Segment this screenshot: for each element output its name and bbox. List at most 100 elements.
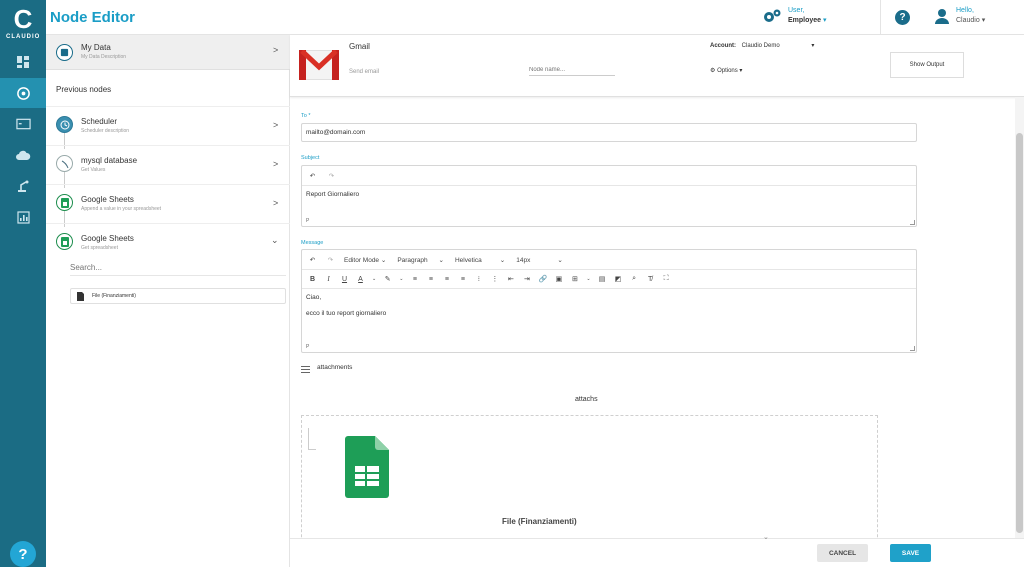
paragraph-select[interactable]: Paragraph ⌄ (397, 256, 444, 264)
chevron-down-icon[interactable]: ⌄ (763, 533, 769, 541)
message-line-1: Ciao, (306, 294, 322, 301)
indent-icon[interactable]: ⇥ (522, 275, 531, 284)
node-description: Append a value in your spreadsheet (81, 206, 162, 212)
message-toolbar-format: B I U A ⌄ ✎ ⌄ ≡ ≡ ≡ ≡ ⁝ ⋮ ⇤ ⇥ 🔗 ▣ ⊞ ⌄ ▤ ◩ ⌕… (302, 272, 671, 286)
google-sheets-icon (56, 233, 73, 250)
fullscreen-icon[interactable]: ⛶ (662, 275, 671, 284)
report-chart-icon[interactable] (0, 202, 46, 232)
redo-icon[interactable]: ↷ (327, 172, 336, 181)
underline-icon[interactable]: U (340, 275, 349, 284)
media-icon[interactable]: ▤ (598, 275, 607, 284)
undo-icon[interactable]: ↶ (308, 256, 317, 265)
chevron-down-icon: ▾ (981, 17, 986, 24)
search-icon[interactable]: ⌕ (630, 275, 639, 284)
user-label: User, (788, 7, 805, 14)
font-select[interactable]: Helvetica ⌄ (455, 256, 505, 264)
font-size-select[interactable]: 14px ⌄ (516, 256, 563, 264)
to-field[interactable]: mailto@domain.com (301, 123, 917, 142)
align-right-icon[interactable]: ≡ (442, 275, 451, 284)
divider (46, 223, 290, 224)
divider (302, 288, 916, 289)
connector-line (64, 172, 65, 188)
align-left-icon[interactable]: ≡ (410, 275, 419, 284)
node-action: Send email (349, 69, 380, 75)
highlight-icon[interactable]: ✎ (383, 275, 392, 284)
subject-editor[interactable]: ↶ ↷ Report Giornaliero P (301, 165, 917, 227)
chevron-down-icon: ▾ (823, 17, 827, 24)
message-label: Message (301, 240, 324, 246)
attached-file-name[interactable]: File (Finanziamenti) (502, 517, 577, 526)
scrollbar-thumb[interactable] (1016, 133, 1023, 533)
action-footer: ⌄ CANCEL SAVE (290, 534, 1024, 567)
node-name-input[interactable] (529, 64, 615, 76)
message-editor[interactable]: ↶ ↷ Editor Mode ⌄ Paragraph ⌄ Helvetica … (301, 249, 917, 353)
previous-nodes-panel: My Data My Data Description > Previous n… (46, 35, 290, 567)
my-data-item[interactable]: My Data My Data Description > (46, 35, 290, 70)
cancel-button[interactable]: CANCEL (817, 544, 868, 562)
google-sheets-icon (56, 194, 73, 211)
redo-icon[interactable]: ↷ (326, 256, 335, 265)
undo-icon[interactable]: ↶ (308, 172, 317, 181)
gmail-icon (299, 50, 339, 80)
divider (302, 269, 916, 270)
sidebar-rail: C CLAUDIO ? (0, 0, 46, 567)
editor-mode-select[interactable]: Editor Mode ⌄ (344, 256, 386, 264)
node-name: Gmail (349, 42, 370, 51)
user-account-menu[interactable]: Hello, Claudio ▾ (934, 6, 985, 26)
to-value: mailto@domain.com (306, 129, 366, 136)
options-menu[interactable]: ⚙ Options ▾ (710, 67, 742, 74)
bullet-list-icon[interactable]: ⁝ (474, 275, 483, 284)
node-description: Get Values (81, 167, 106, 173)
node-title: Google Sheets (81, 234, 134, 243)
numbered-list-icon[interactable]: ⋮ (490, 275, 499, 284)
user-role: Employee (788, 17, 822, 24)
terminal-icon[interactable] (0, 109, 46, 139)
align-center-icon[interactable]: ≡ (426, 275, 435, 284)
help-button[interactable]: ? (10, 541, 36, 567)
divider (46, 145, 290, 146)
bold-icon[interactable]: B (308, 275, 317, 284)
account-value: Claudio Demo (741, 43, 780, 49)
dashboard-icon[interactable] (0, 47, 46, 77)
message-line-2: ecco il tuo report giornaliero (306, 310, 387, 317)
logo-c-icon: C (13, 4, 33, 34)
search-input[interactable] (70, 260, 286, 276)
previous-nodes-label: Previous nodes (56, 85, 112, 94)
outdent-icon[interactable]: ⇤ (506, 275, 515, 284)
image-gallery-icon[interactable]: ◩ (614, 275, 623, 284)
save-button[interactable]: SAVE (890, 544, 931, 562)
tree-connector (308, 428, 316, 450)
node-description: Get spreadsheet (81, 245, 118, 251)
node-title: mysql database (81, 156, 138, 165)
resize-handle[interactable] (910, 346, 915, 351)
path-indicator: P (306, 344, 310, 350)
clear-format-icon[interactable]: T̸ (646, 275, 655, 284)
robot-arm-icon[interactable] (0, 171, 46, 201)
page-title: Node Editor (50, 9, 135, 26)
show-output-button[interactable]: Show Output (890, 52, 964, 78)
chevron-down-icon: ⌄ (271, 235, 279, 245)
link-icon[interactable]: 🔗 (538, 275, 548, 284)
user-role-menu[interactable]: User, Employee ▾ (762, 6, 827, 26)
help-icon[interactable]: ? (895, 10, 910, 25)
text-color-icon[interactable]: A (356, 275, 365, 284)
image-icon[interactable]: ▣ (554, 275, 563, 284)
top-bar: Node Editor User, Employee ▾ ? Hello, Cl… (46, 0, 1024, 35)
account-select[interactable]: Account: Claudio Demo ▾ (710, 42, 814, 49)
justify-icon[interactable]: ≡ (458, 275, 467, 284)
italic-icon[interactable]: I (324, 275, 333, 284)
node-editor-icon[interactable] (0, 78, 46, 108)
table-icon[interactable]: ⊞ (570, 275, 579, 284)
attachs-title: attachs (575, 396, 598, 403)
node-title: Google Sheets (81, 195, 134, 204)
editor-mode-label: Editor Mode (344, 257, 380, 264)
gears-icon (764, 9, 781, 22)
app-logo[interactable]: C CLAUDIO (6, 4, 40, 44)
chevron-down-icon: ⌄ (586, 276, 591, 282)
file-item[interactable]: File (Finanziamenti) (70, 288, 286, 304)
path-indicator: P (306, 218, 310, 224)
cloud-icon[interactable] (0, 140, 46, 170)
my-data-description: My Data Description (81, 54, 127, 60)
google-sheets-file-icon[interactable] (345, 436, 389, 498)
resize-handle[interactable] (910, 220, 915, 225)
